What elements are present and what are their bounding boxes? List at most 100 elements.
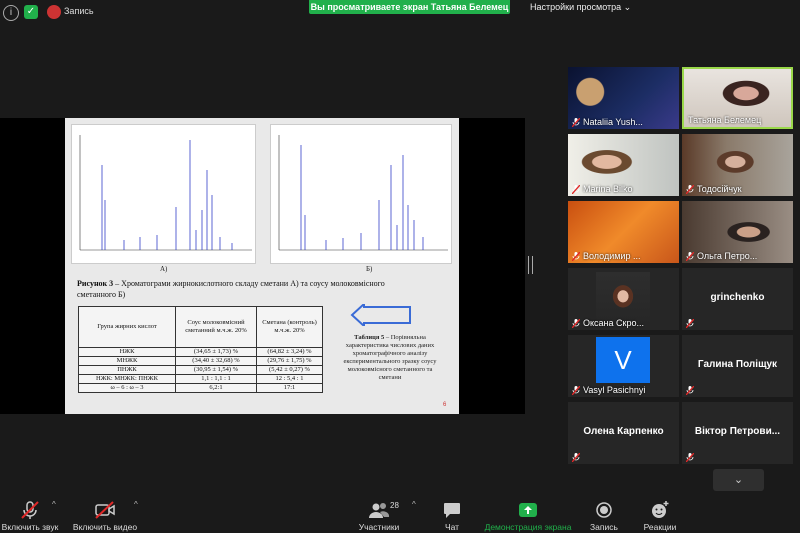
table-cell: НЖК	[78, 347, 176, 357]
table-header: Група жирних кислот	[78, 306, 176, 348]
figure-caption: Рисунок 3 – Хроматограми жирнокислотного…	[77, 278, 422, 300]
participant-tile[interactable]: grinchenko	[682, 268, 793, 330]
participant-name	[571, 452, 581, 463]
participant-name: Nataliia Yush...	[571, 117, 643, 127]
unmute-button[interactable]: Включить звук	[0, 492, 60, 533]
table-cell: (5,42 ± 0,27) %	[256, 365, 323, 375]
participant-name: Татьяна Белемец	[688, 115, 761, 125]
scroll-down-button[interactable]: ⌄	[713, 469, 764, 491]
mic-muted-icon	[571, 385, 581, 395]
participant-name-large: Віктор Петрови...	[694, 426, 781, 437]
table-cell: 1,1 : 1,1 : 1	[175, 374, 257, 384]
mic-muted-icon	[571, 452, 581, 463]
caption-bold: Рисунок 3	[77, 279, 114, 288]
start-video-label: Включить видео	[72, 522, 138, 532]
mic-muted-icon	[571, 318, 581, 328]
participant-name-large: Галина Поліщук	[697, 359, 778, 370]
table-row: ПНЖК (30,95 ± 1,54) % (5,42 ± 0,27) %	[78, 365, 323, 375]
mic-muted-icon	[685, 251, 695, 261]
chromatogram-a-plot	[79, 135, 252, 251]
start-video-button[interactable]: Включить видео	[70, 492, 140, 533]
mic-muted-icon	[571, 184, 581, 194]
chat-icon	[444, 503, 460, 518]
participant-name	[685, 452, 695, 463]
chromatogram-b	[270, 124, 452, 264]
reactions-label: Реакции	[643, 522, 677, 532]
chevron-down-icon: ⌄	[733, 474, 744, 486]
chart-a-label: А)	[160, 265, 168, 273]
table-cell: (64,82 ± 3,24) %	[256, 347, 323, 357]
mic-muted-icon	[685, 452, 695, 463]
table5-bold: Таблиця 5	[354, 334, 385, 341]
table-cell: 6,2:1	[175, 383, 257, 393]
participant-tile[interactable]: Тодосійчук	[682, 134, 793, 196]
participant-tile[interactable]: Ольга Петро...	[682, 201, 793, 263]
participants-icon	[369, 503, 390, 518]
table-cell: 12 : 5,4 : 1	[256, 374, 323, 384]
record-button[interactable]: Запись	[586, 492, 622, 533]
participants-button[interactable]: Участники	[355, 492, 403, 533]
participant-name-text: Vasyl Pasichnyi	[583, 385, 646, 395]
record-icon	[596, 502, 612, 518]
mic-muted-icon	[685, 184, 695, 194]
table-row: ω – 6 : ω – 3 6,2:1 17:1	[78, 383, 323, 393]
table-row: НЖК (34,65 ± 1,73) % (64,82 ± 3,24) %	[78, 347, 323, 357]
participant-name: Оксана Скро...	[571, 318, 644, 328]
participant-name-text: Татьяна Белемец	[688, 115, 762, 125]
share-screen-button[interactable]: Демонстрация экрана	[483, 492, 573, 533]
participant-tile[interactable]: Галина Поліщук	[682, 335, 793, 397]
chat-label: Чат	[444, 522, 460, 532]
share-screen-label: Демонстрация экрана	[484, 522, 572, 532]
avatar: V	[596, 337, 650, 383]
info-icon[interactable]: i	[3, 5, 19, 21]
chevron-down-icon: ⌄	[623, 2, 632, 12]
table-cell: (29,76 ± 1,75) %	[256, 356, 323, 366]
mic-muted-icon	[571, 251, 581, 261]
table-cell: 17:1	[256, 383, 323, 393]
view-settings-button[interactable]: Настройки просмотра ⌄	[530, 2, 631, 13]
participant-tile[interactable]: Татьяна Белемец	[682, 67, 793, 129]
participant-tile[interactable]: V Vasyl Pasichnyi	[568, 335, 679, 397]
table-cell: ω – 6 : ω – 3	[78, 383, 176, 393]
participant-name-large: Олена Карпенко	[583, 426, 664, 437]
participant-tile[interactable]: Володимир ...	[568, 201, 679, 263]
page-number: 6	[443, 402, 447, 408]
participant-name-text: Тодосійчук	[697, 184, 742, 194]
table-cell: НЖК: МНЖК: ПНЖК	[78, 374, 176, 384]
participant-tile[interactable]: Marina Bilko	[568, 134, 679, 196]
shield-icon[interactable]: ✓	[24, 5, 38, 19]
share-banner: Вы просматриваете экран Татьяна Белемец	[309, 0, 510, 14]
record-icon	[47, 5, 61, 19]
top-bar: i ✓ Запись Вы просматриваете экран Татья…	[0, 0, 800, 24]
participant-name-text: Оксана Скро...	[583, 318, 644, 328]
participant-name	[685, 318, 695, 329]
table-header: Сметана (контроль) м.ч.ж. 20%	[256, 306, 323, 348]
table-cell: (34,65 ± 1,73) %	[175, 347, 257, 357]
meeting-toolbar: Включить звук ^ Включить видео ^ Участни…	[0, 492, 800, 533]
arrow-left-icon	[350, 304, 411, 326]
audio-options-caret[interactable]: ^	[52, 500, 56, 509]
chromatogram-a	[71, 124, 256, 264]
participant-tile[interactable]: Віктор Петрови...	[682, 402, 793, 464]
participants-options-caret[interactable]: ^	[412, 500, 416, 509]
table-cell: (30,95 ± 1,54) %	[175, 365, 257, 375]
fatty-acid-table: Група жирних кислот Соус молоковмісний с…	[78, 306, 323, 393]
participant-tile[interactable]: Оксана Скро...	[568, 268, 679, 330]
table-header: Соус молоковмісний сметанний м.ч.ж. 20%	[175, 306, 257, 348]
reactions-button[interactable]: Реакции	[640, 492, 680, 533]
participant-name: Володимир ...	[571, 251, 641, 261]
chat-button[interactable]: Чат	[435, 492, 469, 533]
participant-name: Ольга Петро...	[685, 251, 757, 261]
table-cell: МНЖК	[78, 356, 176, 366]
video-options-caret[interactable]: ^	[134, 500, 138, 509]
mic-muted-icon	[685, 385, 695, 396]
participant-tile[interactable]: Nataliia Yush...	[568, 67, 679, 129]
share-screen-icon	[519, 503, 537, 517]
view-settings-label: Настройки просмотра	[530, 2, 622, 12]
mic-muted-icon	[571, 117, 581, 127]
split-handle[interactable]	[528, 256, 533, 274]
participant-name-text: Володимир ...	[583, 251, 641, 261]
participant-tile[interactable]: Олена Карпенко	[568, 402, 679, 464]
mic-off-icon	[21, 501, 39, 519]
participant-name-text: Marina Bilko	[583, 184, 633, 194]
